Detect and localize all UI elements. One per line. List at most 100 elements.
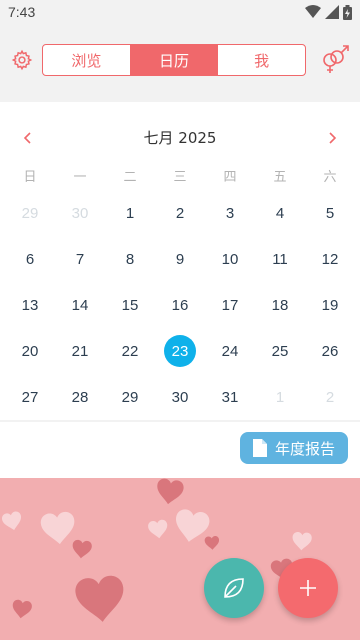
gender-icon — [323, 45, 349, 73]
status-bar: 7:43 — [0, 0, 360, 24]
calendar-week-row: 13 14 15 16 17 18 19 — [5, 282, 355, 328]
calendar-day[interactable]: 16 — [155, 282, 205, 328]
calendar-day[interactable]: 14 — [55, 282, 105, 328]
calendar-day[interactable]: 12 — [305, 236, 355, 282]
tab-browse[interactable]: 浏览 — [43, 45, 131, 75]
tab-calendar[interactable]: 日历 — [130, 45, 219, 75]
settings-button[interactable] — [8, 46, 36, 74]
top-bar: 浏览 日历 我 — [0, 24, 360, 100]
calendar-day[interactable]: 17 — [205, 282, 255, 328]
calendar-day[interactable]: 3 — [205, 190, 255, 236]
calendar-day[interactable]: 22 — [105, 328, 155, 374]
next-month-button[interactable] — [320, 126, 344, 150]
calendar-day-number: 11 — [272, 250, 288, 268]
calendar-day[interactable]: 31 — [205, 374, 255, 420]
calendar-day[interactable]: 21 — [55, 328, 105, 374]
calendar-day-number: 7 — [75, 250, 85, 268]
calendar-day-number: 9 — [175, 250, 185, 268]
calendar: 七月 2025 日 一 二 三 四 五 六 29 30 1 2 3 4 5 6 7 8 9 10 11 1… — [0, 102, 360, 420]
weekday-label: 五 — [273, 170, 287, 185]
calendar-grid: 29 30 1 2 3 4 5 6 7 8 9 10 11 12 13 14 15 16 17 18 19 20 21 22 2… — [5, 190, 355, 420]
calendar-day[interactable]: 2 — [155, 190, 205, 236]
calendar-day-number: 24 — [221, 342, 239, 360]
leaf-button[interactable] — [204, 558, 264, 618]
leaf-icon — [224, 578, 244, 598]
calendar-day[interactable]: 1 — [255, 374, 305, 420]
signal-icon — [325, 5, 339, 19]
calendar-day[interactable]: 29 — [105, 374, 155, 420]
calendar-day-number: 13 — [21, 296, 39, 314]
calendar-day[interactable]: 27 — [5, 374, 55, 420]
calendar-day[interactable]: 29 — [5, 190, 55, 236]
calendar-day[interactable]: 24 — [205, 328, 255, 374]
calendar-week-row: 27 28 29 30 31 1 2 — [5, 374, 355, 420]
calendar-day-number: 27 — [21, 388, 39, 406]
calendar-day-number: 1 — [125, 204, 135, 222]
calendar-week-row: 29 30 1 2 3 4 5 — [5, 190, 355, 236]
month-title: 七月 2025 — [143, 129, 217, 147]
calendar-day-number: 6 — [25, 250, 35, 268]
calendar-day-number: 28 — [71, 388, 89, 406]
calendar-day-number: 8 — [125, 250, 135, 268]
calendar-day-number: 15 — [121, 296, 139, 314]
calendar-day[interactable]: 11 — [255, 236, 305, 282]
calendar-day[interactable]: 30 — [155, 374, 205, 420]
add-button[interactable] — [278, 558, 338, 618]
gender-button[interactable] — [316, 44, 352, 76]
calendar-day-number: 23 — [164, 335, 196, 367]
calendar-day[interactable]: 8 — [105, 236, 155, 282]
calendar-day-number: 3 — [225, 204, 235, 222]
calendar-day-number: 2 — [175, 204, 185, 222]
calendar-header: 七月 2025 — [0, 102, 360, 170]
calendar-day[interactable]: 2 — [305, 374, 355, 420]
calendar-day-number: 20 — [21, 342, 39, 360]
calendar-day[interactable]: 4 — [255, 190, 305, 236]
gear-icon — [11, 49, 33, 71]
status-time: 7:43 — [8, 4, 36, 20]
calendar-day[interactable]: 6 — [5, 236, 55, 282]
calendar-day[interactable]: 25 — [255, 328, 305, 374]
calendar-day-number: 16 — [171, 296, 189, 314]
calendar-day[interactable]: 18 — [255, 282, 305, 328]
calendar-day-number: 29 — [121, 388, 139, 406]
weekday-label: 一 — [73, 170, 87, 185]
calendar-day[interactable]: 28 — [55, 374, 105, 420]
calendar-day[interactable]: 5 — [305, 190, 355, 236]
calendar-day-number: 22 — [121, 342, 139, 360]
calendar-day-number: 12 — [321, 250, 339, 268]
annual-report-label: 年度报告 — [274, 439, 335, 458]
calendar-day[interactable]: 10 — [205, 236, 255, 282]
calendar-day-number: 19 — [321, 296, 339, 314]
calendar-day-number: 18 — [271, 296, 289, 314]
main-tabs: 浏览 日历 我 — [42, 44, 306, 76]
plus-icon — [300, 580, 316, 596]
calendar-day-number: 1 — [275, 388, 285, 406]
calendar-day-number: 30 — [171, 388, 189, 406]
tab-me[interactable]: 我 — [218, 45, 305, 75]
calendar-day[interactable]: 9 — [155, 236, 205, 282]
calendar-day[interactable]: 26 — [305, 328, 355, 374]
calendar-day[interactable]: 13 — [5, 282, 55, 328]
calendar-day[interactable]: 7 — [55, 236, 105, 282]
calendar-day[interactable]: 30 — [55, 190, 105, 236]
calendar-day-number: 21 — [71, 342, 89, 360]
annual-report-button[interactable]: 年度报告 — [240, 432, 348, 464]
calendar-day-number: 30 — [71, 204, 89, 222]
wifi-icon — [305, 5, 321, 18]
calendar-day[interactable]: 1 — [105, 190, 155, 236]
calendar-day-number: 17 — [221, 296, 239, 314]
weekday-label: 日 — [23, 170, 37, 185]
calendar-day-number: 10 — [221, 250, 239, 268]
calendar-day[interactable]: 20 — [5, 328, 55, 374]
report-area: 年度报告 — [0, 422, 360, 478]
calendar-day-number: 31 — [221, 388, 239, 406]
weekday-label: 二 — [123, 170, 137, 185]
weekday-label: 三 — [173, 170, 187, 185]
calendar-day[interactable]: 19 — [305, 282, 355, 328]
weekday-label: 六 — [323, 170, 337, 185]
calendar-day-selected[interactable]: 23 — [155, 328, 205, 374]
calendar-day-number: 4 — [275, 204, 285, 222]
calendar-day[interactable]: 15 — [105, 282, 155, 328]
calendar-week-row: 6 7 8 9 10 11 12 — [5, 236, 355, 282]
weekday-label: 四 — [223, 170, 237, 185]
